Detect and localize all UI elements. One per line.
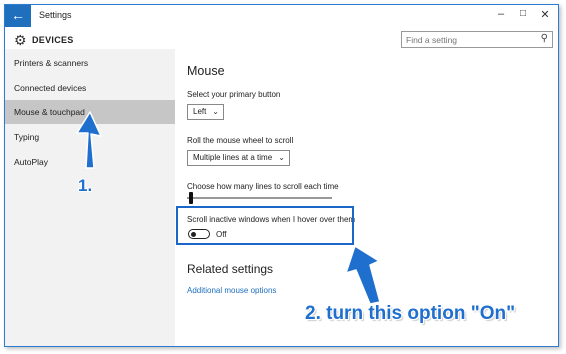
annotation-step-1: 1.: [78, 176, 93, 195]
arrow-1: [76, 111, 102, 169]
arrow-2: [345, 245, 381, 305]
annotation-step-2: 2. turn this option "On": [305, 303, 516, 324]
